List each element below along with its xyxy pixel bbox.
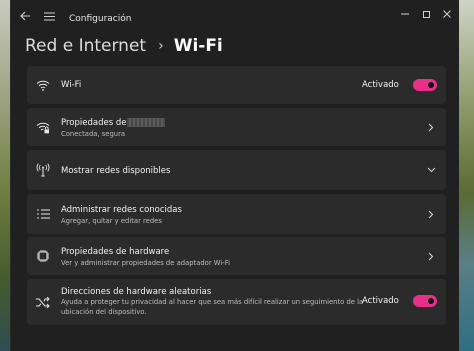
network-properties-row[interactable]: Propiedades de Conectada, segura [27, 108, 446, 146]
back-button[interactable] [17, 8, 33, 24]
manage-known-networks-row[interactable]: Administrar redes conocidas Agregar, qui… [27, 194, 446, 234]
wifi-state-label: Activado [362, 80, 399, 90]
network-properties-title: Propiedades de [61, 118, 166, 128]
random-hardware-addresses-subtitle-line2: ubicación del dispositivo. [61, 308, 147, 316]
hardware-properties-title: Propiedades de hardware [61, 247, 170, 257]
back-arrow-icon [19, 11, 30, 21]
list-icon [36, 207, 50, 221]
redacted-network-name [127, 118, 166, 127]
random-hardware-addresses-row: Direcciones de hardware aleatorias Ayuda… [27, 279, 446, 325]
show-available-networks-title: Mostrar redes disponibles [61, 166, 171, 176]
chip-icon [36, 249, 50, 263]
breadcrumb-chevron-icon: › [158, 38, 164, 54]
show-available-networks-row[interactable]: Mostrar redes disponibles [27, 150, 446, 190]
close-button[interactable] [437, 6, 457, 22]
network-properties-label: Propiedades de [61, 118, 127, 128]
minimize-icon [401, 13, 409, 15]
wifi-toggle[interactable] [413, 79, 437, 91]
maximize-button[interactable] [416, 6, 436, 22]
close-icon [443, 10, 451, 18]
chevron-down-icon [426, 165, 436, 175]
page-title: Wi-Fi [173, 36, 223, 56]
maximize-icon [422, 10, 430, 18]
wifi-row-title: Wi-Fi [61, 80, 82, 90]
app-title: Configuración [69, 14, 132, 24]
hardware-properties-row[interactable]: Propiedades de hardware Ver y administra… [27, 237, 446, 275]
chevron-right-icon [426, 251, 436, 261]
hardware-properties-subtitle: Ver y administrar propiedades de adaptad… [61, 259, 231, 267]
shuffle-icon [36, 295, 50, 309]
title-bar: Configuración [11, 0, 459, 34]
random-addresses-state-label: Activado [362, 296, 399, 306]
network-properties-subtitle: Conectada, segura [61, 130, 126, 138]
settings-window: Configuración Red e Internet › Wi-Fi Wi-… [10, 0, 459, 351]
wifi-row[interactable]: Wi-Fi Activado [27, 66, 446, 104]
wifi-icon [36, 78, 50, 92]
navigation-menu-button[interactable] [41, 8, 57, 24]
random-hardware-addresses-subtitle-line1: Ayuda a proteger tu privacidad al hacer … [61, 298, 364, 306]
hamburger-icon [43, 11, 55, 21]
random-hardware-addresses-title: Direcciones de hardware aleatorias [61, 287, 212, 297]
breadcrumb: Red e Internet › Wi-Fi [25, 34, 223, 58]
manage-known-networks-subtitle: Agregar, quitar y editar redes [61, 217, 162, 225]
random-addresses-toggle[interactable] [413, 295, 437, 307]
wifi-secure-icon [36, 120, 50, 134]
manage-known-networks-title: Administrar redes conocidas [61, 205, 182, 215]
chevron-right-icon [426, 122, 436, 132]
breadcrumb-parent-link[interactable]: Red e Internet [25, 36, 146, 56]
minimize-button[interactable] [395, 6, 415, 22]
chevron-right-icon [426, 209, 436, 219]
antenna-icon [36, 163, 50, 177]
